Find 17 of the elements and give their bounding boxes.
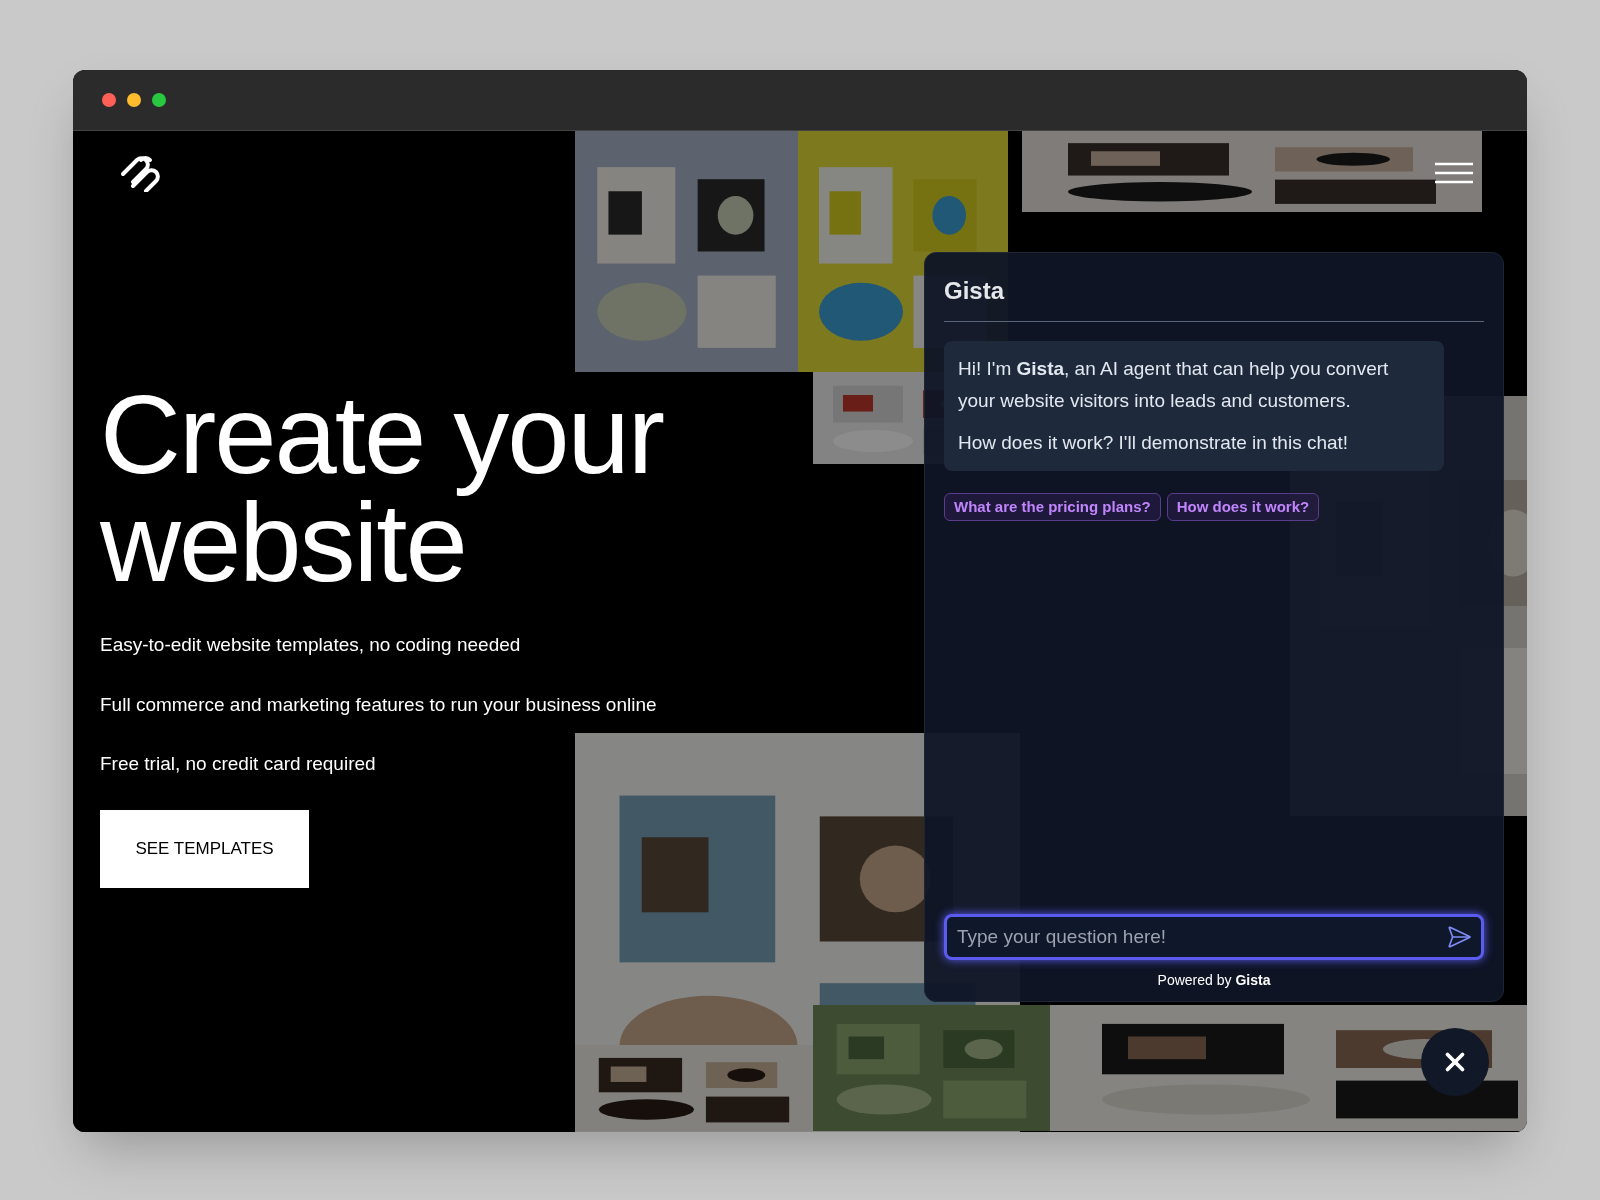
feature-text: Free trial, no credit card required: [100, 752, 377, 776]
powered-by-text: Powered by Gista: [1156, 971, 1272, 990]
message-text: How does it work? I'll demonstrate in this chat!: [958, 431, 1350, 455]
question-input[interactable]: Type your question here!: [944, 914, 1484, 960]
headline: Create your website: [100, 381, 665, 597]
chat-title: Gista: [944, 273, 1484, 322]
window-control[interactable]: [127, 93, 141, 107]
message-text: Hi! I'm Gista, an AI agent that can help you convert your website visitors into leads and customers.: [958, 357, 1390, 413]
send-icon[interactable]: [1446, 924, 1472, 950]
feature-text: Easy-to-edit website templates, no coding needed: [100, 633, 522, 657]
feature-text: Full commerce and marketing features to run your business online: [100, 692, 658, 717]
menu-icon[interactable]: [1435, 162, 1473, 184]
see-templates-button[interactable]: SEE TEMPLATES: [100, 809, 309, 888]
suggestion-chip[interactable]: How does it work?: [1166, 493, 1320, 521]
window-control[interactable]: [102, 93, 116, 107]
window-control[interactable]: [152, 93, 166, 107]
suggestion-chip[interactable]: What are the pricing plans?: [944, 493, 1161, 521]
